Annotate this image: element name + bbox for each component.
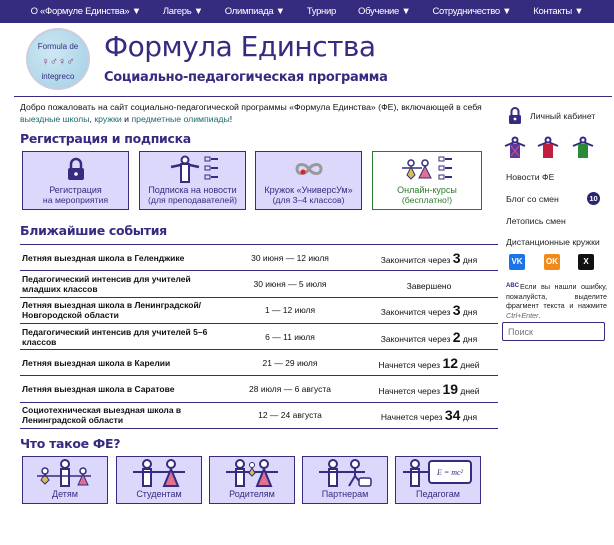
what-heading: Что такое ФЕ? (20, 436, 121, 451)
remote-circles-link[interactable]: Дистанционные кружки (506, 237, 600, 247)
event-dates: 28 июля — 6 августа (220, 375, 360, 403)
event-dates: 6 — 11 июля (220, 322, 360, 350)
for-parents-button[interactable]: Родителям (209, 456, 295, 504)
infinity-icon (256, 152, 361, 185)
lock-icon (23, 152, 128, 185)
event-dates: 30 июня — 5 июля (220, 270, 360, 298)
teacher-list-icon (140, 152, 245, 185)
event-row[interactable]: Педагогический интенсив для учителей мла… (20, 270, 498, 298)
for-partners-button[interactable]: Партнерам (302, 456, 388, 504)
events-table: Летняя выездная школа в Геленджике 30 июн… (20, 243, 498, 430)
divider (14, 96, 612, 97)
event-row[interactable]: Летняя выездная школа в Геленджике 30 июн… (20, 243, 498, 271)
logo-people-icon: ♀♂♀♂ (41, 56, 75, 68)
event-dates: 21 — 29 июля (220, 349, 360, 376)
nav-education[interactable]: Обучение ▼ (347, 0, 421, 23)
role-aprons-icons[interactable] (503, 136, 608, 160)
logo-text-top: Formula de (37, 42, 79, 51)
registration-button[interactable]: Регистрация на мероприятия (22, 151, 129, 210)
event-name[interactable]: Летняя выездная школа в Карелии (20, 349, 220, 376)
event-status: Начнется через 19 дней (360, 375, 498, 403)
events-heading: Ближайшие события (20, 223, 167, 238)
event-status: Начнется через 34 дня (360, 401, 498, 430)
nav-tournament[interactable]: Турнир (296, 0, 347, 23)
event-status: Завершено (360, 270, 498, 298)
for-students-button[interactable]: Студентам (116, 456, 202, 504)
partners-icon (303, 457, 387, 489)
nav-about[interactable]: О «Формуле Единства» ▼ (20, 0, 152, 23)
chronicle-link[interactable]: Летопись смен (506, 216, 566, 226)
logo-text-bottom: integreco (41, 72, 75, 81)
event-row[interactable]: Летняя выездная школа в Карелии 21 — 29 и… (20, 349, 498, 376)
registration-heading: Регистрация и подписка (20, 131, 191, 146)
error-report-note: Если вы нашли ошибку, пожалуйста, выдели… (506, 282, 607, 320)
blog-count-badge: 10 (587, 192, 600, 205)
event-name[interactable]: Летняя выездная школа в Геленджике (20, 243, 220, 271)
event-row[interactable]: Летняя выездная школа в Саратове 28 июля … (20, 375, 498, 403)
online-courses-button[interactable]: Онлайн-курсы (бесплатно!) (372, 151, 482, 210)
universum-club-button[interactable]: Кружок «УниверсУм» (для 3–4 классов) (255, 151, 362, 210)
event-dates: 1 — 12 июля (220, 296, 360, 324)
nav-olympiad[interactable]: Олимпиада ▼ (214, 0, 296, 23)
ok-icon[interactable]: OK (544, 254, 560, 270)
personal-cabinet-link[interactable]: Личный кабинет (530, 111, 595, 121)
welcome-text: Добро пожаловать на сайт социально-педаг… (20, 102, 482, 124)
event-row[interactable]: Летняя выездная школа в Ленинградской/ Н… (20, 296, 498, 324)
event-name[interactable]: Летняя выездная школа в Ленинградской/ Н… (20, 296, 220, 324)
students-icon (117, 457, 201, 489)
parents-icon (210, 457, 294, 489)
event-status: Начнется через 12 дней (360, 349, 498, 376)
event-name[interactable]: Социотехническая выездная школа в Ленинг… (20, 401, 220, 430)
nav-contacts[interactable]: Контакты ▼ (522, 0, 594, 23)
vk-icon[interactable]: VK (509, 254, 525, 270)
link-schools[interactable]: выездные школы (20, 114, 89, 124)
event-row[interactable]: Социотехническая выездная школа в Ленинг… (20, 401, 498, 430)
event-dates: 30 июня — 12 июля (220, 243, 360, 271)
logo[interactable]: Formula de ♀♂♀♂ integreco (26, 28, 90, 90)
teachers-icon: E = mc² (396, 457, 480, 489)
link-circles[interactable]: кружки (94, 114, 121, 124)
children-icon (23, 457, 107, 489)
blog-link[interactable]: Блог со смен (506, 194, 559, 204)
for-children-button[interactable]: Детям (22, 456, 108, 504)
lock-icon (509, 107, 521, 124)
event-status: Закончится через 2 дня (360, 322, 498, 350)
link-olympiads[interactable]: предметные олимпиады (131, 114, 229, 124)
top-nav: О «Формуле Единства» ▼ Лагерь ▼ Олимпиад… (0, 0, 614, 23)
news-link[interactable]: Новости ФЕ (506, 172, 554, 182)
for-teachers-button[interactable]: E = mc² Педагогам (395, 456, 481, 504)
event-row[interactable]: Педагогический интенсив для учителей 5–6… (20, 322, 498, 350)
news-subscription-button[interactable]: Подписка на новости (для преподавателей) (139, 151, 246, 210)
svg-text:E = mc²: E = mc² (436, 468, 464, 477)
event-name[interactable]: Педагогический интенсив для учителей мла… (20, 270, 220, 298)
family-list-icon (373, 152, 481, 185)
search-input[interactable] (502, 322, 605, 341)
site-subtitle: Социально-педагогическая программа (104, 70, 388, 85)
nav-cooperation[interactable]: Сотрудничество ▼ (421, 0, 522, 23)
event-dates: 12 — 24 августа (220, 401, 360, 430)
nav-camp[interactable]: Лагерь ▼ (152, 0, 214, 23)
event-status: Закончится через 3 дня (360, 243, 498, 271)
event-name[interactable]: Педагогический интенсив для учителей 5–6… (20, 322, 220, 350)
event-status: Закончится через 3 дня (360, 296, 498, 324)
x-icon[interactable]: X (578, 254, 594, 270)
event-name[interactable]: Летняя выездная школа в Саратове (20, 375, 220, 403)
site-title[interactable]: Формула Единства (104, 30, 376, 63)
